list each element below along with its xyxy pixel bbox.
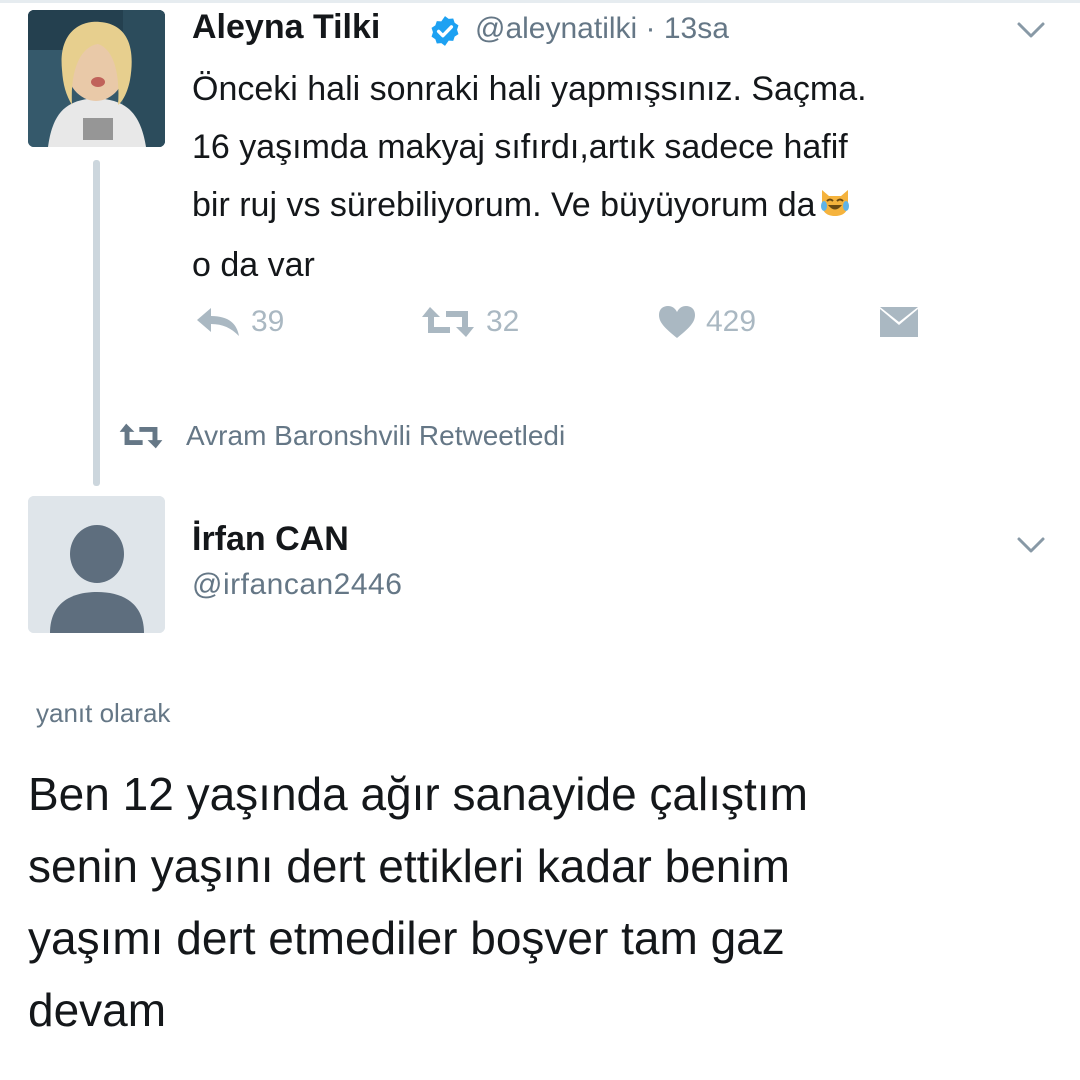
tweet-text: Ben 12 yaşında ağır sanayide çalıştım se… (28, 758, 1058, 1046)
retweet-notice: Avram Baronshvili Retweetledi (118, 420, 565, 452)
chevron-down-icon[interactable] (1016, 535, 1046, 555)
tweet-text: Önceki hali sonraki hali yapmışsınız. Sa… (192, 60, 1052, 294)
retweet-notice-text[interactable]: Avram Baronshvili Retweetledi (186, 420, 565, 452)
retweet-button[interactable]: 32 (420, 305, 519, 339)
like-button[interactable]: 429 (658, 305, 756, 339)
envelope-icon (880, 307, 918, 337)
avatar-aleyna[interactable] (28, 10, 165, 147)
author-name[interactable]: Aleyna Tilki (192, 8, 380, 47)
retweet-icon (422, 307, 474, 337)
tweet-text-line: bir ruj vs sürebiliyorum. Ve büyüyorum d… (192, 186, 816, 224)
top-divider (0, 0, 1080, 3)
direct-message-button[interactable] (878, 305, 920, 339)
tweet-text-line: yaşımı dert etmediler boşver tam gaz (28, 912, 785, 964)
tweet-text-line: Ben 12 yaşında ağır sanayide çalıştım (28, 768, 808, 820)
tweet-text-line: senin yaşını dert ettikleri kadar benim (28, 840, 790, 892)
tweet-text-line: Önceki hali sonraki hali yapmışsınız. Sa… (192, 70, 867, 108)
reply-arrow-icon (197, 308, 239, 336)
reply-count: 39 (251, 305, 285, 338)
retweet-count: 32 (486, 305, 520, 338)
author-handle-time[interactable]: @aleynatilki · 13sa (475, 12, 729, 46)
default-avatar-icon (28, 496, 165, 633)
author-name[interactable]: İrfan CAN (192, 520, 349, 559)
reply-label: yanıt olarak (36, 698, 171, 728)
retweet-icon (119, 423, 163, 449)
tweet-actions: 39 32 429 (0, 305, 1080, 365)
chevron-down-icon[interactable] (1016, 20, 1046, 40)
profile-photo (28, 10, 165, 147)
reply-button[interactable]: 39 (195, 305, 284, 339)
tweet-text-line: devam (28, 984, 167, 1036)
avatar-default[interactable] (28, 496, 165, 633)
tweet-text-line: 16 yaşımda makyaj sıfırdı,artık sadece h… (192, 128, 848, 166)
heart-icon (659, 306, 695, 338)
verified-badge-icon (431, 16, 459, 46)
cat-tears-of-joy-emoji-icon (818, 178, 852, 236)
like-count: 429 (706, 305, 757, 338)
author-handle[interactable]: @irfancan2446 (192, 568, 402, 602)
tweet-text-line: o da var (192, 246, 315, 285)
